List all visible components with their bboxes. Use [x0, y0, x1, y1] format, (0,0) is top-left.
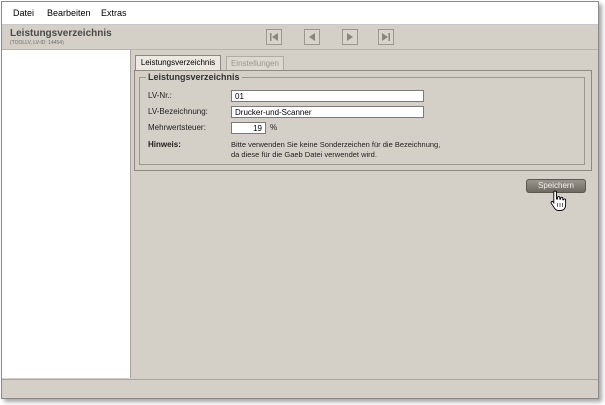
- tab-panel: Leistungsverzeichnis LV-Nr.: LV-Bezeichn…: [134, 70, 592, 171]
- tab-leistungsverzeichnis[interactable]: Leistungsverzeichnis: [135, 55, 221, 71]
- tab-einstellungen[interactable]: Einstellungen: [226, 56, 284, 71]
- mwst-unit: %: [270, 123, 278, 132]
- hint-label: Hinweis:: [148, 140, 181, 149]
- main-content: Leistungsverzeichnis Einstellungen Leist…: [131, 50, 598, 378]
- hint-line-1: Bitte verwenden Sie keine Sonderzeichen …: [231, 140, 441, 149]
- menu-bar: Datei Bearbeiten Extras: [2, 2, 598, 25]
- page-subtitle: (TOOLLV, LV-ID: 14454): [10, 40, 64, 46]
- menu-bearbeiten[interactable]: Bearbeiten: [47, 8, 91, 18]
- last-page-button[interactable]: [378, 29, 394, 45]
- last-page-icon: [382, 33, 390, 41]
- left-tree-panel[interactable]: [2, 50, 131, 378]
- next-button[interactable]: [342, 29, 358, 45]
- first-page-button[interactable]: [266, 29, 282, 45]
- fieldset-legend: Leistungsverzeichnis: [146, 72, 242, 82]
- header-bar: Leistungsverzeichnis (TOOLLV, LV-ID: 144…: [2, 25, 598, 50]
- menu-datei[interactable]: Datei: [13, 8, 34, 18]
- mwst-label: Mehrwertsteuer:: [148, 123, 206, 132]
- mwst-input[interactable]: [231, 122, 266, 134]
- app-window: Datei Bearbeiten Extras Leistungsverzeic…: [1, 1, 599, 399]
- previous-button[interactable]: [304, 29, 320, 45]
- status-bar: [2, 379, 598, 398]
- lv-nr-label: LV-Nr.:: [148, 91, 172, 100]
- lv-bezeichnung-input[interactable]: [231, 106, 424, 118]
- previous-icon: [309, 33, 315, 41]
- hand-pointer-icon: [550, 190, 567, 211]
- lv-nr-input[interactable]: [231, 90, 424, 102]
- first-page-icon: [270, 33, 278, 41]
- page-title: Leistungsverzeichnis: [10, 28, 112, 39]
- form-fieldset: Leistungsverzeichnis LV-Nr.: LV-Bezeichn…: [139, 72, 585, 165]
- lv-bezeichnung-label: LV-Bezeichnung:: [148, 107, 208, 116]
- menu-extras[interactable]: Extras: [101, 8, 127, 18]
- next-icon: [347, 33, 353, 41]
- hint-line-2: da diese für die Gaeb Datei verwendet wi…: [231, 150, 377, 159]
